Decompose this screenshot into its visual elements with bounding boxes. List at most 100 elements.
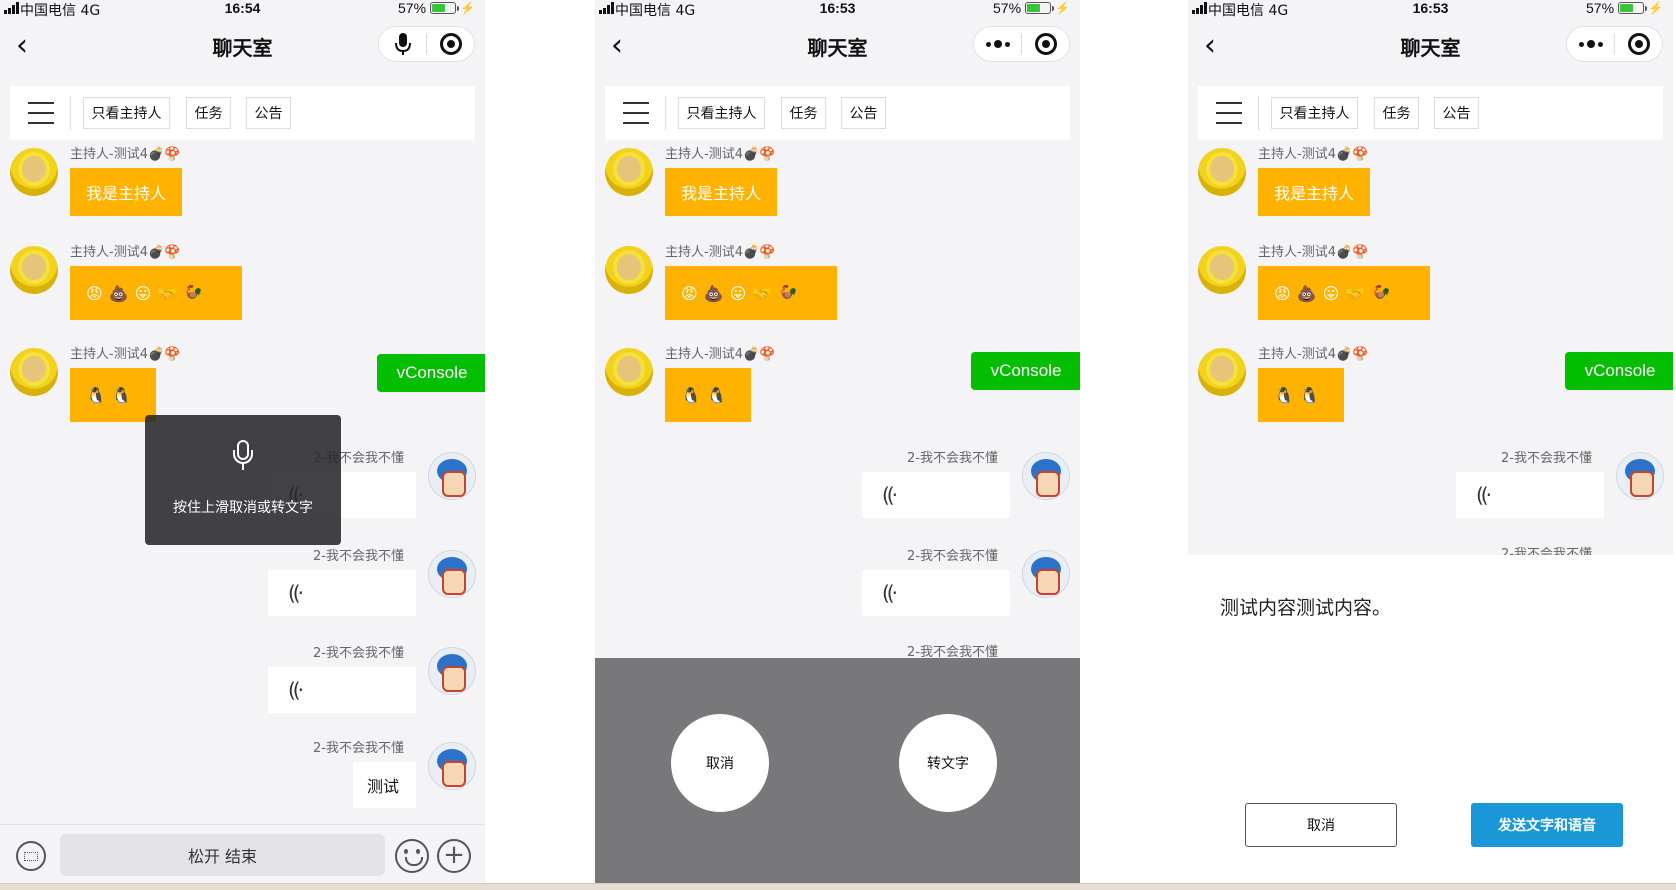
sender-name: 主持人-测试4💣🍄 <box>70 147 181 162</box>
avatar[interactable] <box>10 246 58 294</box>
avatar[interactable] <box>428 550 476 598</box>
message-bubble[interactable]: 🐧🐧 <box>70 368 156 422</box>
message-bubble[interactable]: 😡💩😛🤝🐓 <box>1258 266 1430 320</box>
avatar[interactable] <box>10 348 58 396</box>
emoji-icon[interactable] <box>395 839 429 873</box>
filter-bar: 只看主持人 任务 公告 <box>605 86 1070 140</box>
message-bubble[interactable]: 我是主持人 <box>70 168 182 216</box>
sender-name: 2-我不会我不懂 <box>907 451 998 466</box>
tab-tasks[interactable]: 任务 <box>781 97 826 129</box>
close-target-icon[interactable] <box>1022 27 1069 61</box>
battery-icon <box>1025 2 1055 14</box>
charging-icon: ⚡ <box>460 1 475 15</box>
sender-name: 2-我不会我不懂 <box>907 549 998 564</box>
screen-recording: 中国电信 4G 16:54 57% ⚡ ‹ 聊天室 只看主持人 任务 公告 主持人… <box>0 0 485 883</box>
voice-message[interactable]: ((· <box>268 570 416 616</box>
filter-bar: 只看主持人 任务 公告 <box>10 86 475 140</box>
nav-bar: ‹ 聊天室 <box>0 22 485 68</box>
menu-icon[interactable] <box>28 102 54 124</box>
tab-tasks[interactable]: 任务 <box>1374 97 1419 129</box>
recording-tip: 按住上滑取消或转文字 <box>145 415 341 545</box>
avatar[interactable] <box>428 647 476 695</box>
nav-bar: ‹ 聊天室 <box>1188 22 1673 68</box>
avatar[interactable] <box>1198 148 1246 196</box>
avatar[interactable] <box>10 148 58 196</box>
status-bar: 中国电信 4G 16:53 57% ⚡ <box>1188 0 1673 20</box>
keyboard-icon[interactable] <box>16 841 46 871</box>
cancel-button[interactable]: 取消 <box>1245 803 1397 847</box>
charging-icon: ⚡ <box>1055 1 1070 15</box>
capsule-menu <box>1566 26 1663 62</box>
voice-message[interactable]: ((· <box>268 667 416 713</box>
tab-notice[interactable]: 公告 <box>1434 97 1479 129</box>
message-bubble[interactable]: 我是主持人 <box>1258 168 1370 216</box>
battery: 57% ⚡ <box>1586 0 1663 16</box>
sender-name: 主持人-测试4💣🍄 <box>1258 147 1369 162</box>
close-target-icon[interactable] <box>1615 27 1662 61</box>
tab-tasks[interactable]: 任务 <box>186 97 231 129</box>
status-bar: 中国电信 4G 16:54 57% ⚡ <box>0 0 485 20</box>
voice-message[interactable]: ((· <box>862 570 1010 616</box>
hold-to-talk-button[interactable]: 松开 结束 <box>60 834 385 876</box>
menu-icon[interactable] <box>1216 102 1242 124</box>
voice-action-panel: 取消 转文字 <box>595 658 1080 883</box>
message-bubble[interactable]: 😡💩😛🤝🐓 <box>70 266 242 320</box>
voice-wave-icon: ((· <box>1476 483 1492 507</box>
message-bubble[interactable]: 😡💩😛🤝🐓 <box>665 266 837 320</box>
capsule-menu <box>378 26 475 62</box>
charging-icon: ⚡ <box>1648 1 1663 15</box>
input-bar: 松开 结束 + <box>0 824 485 883</box>
battery-percent: 57% <box>398 0 427 16</box>
close-target-icon[interactable] <box>427 27 474 61</box>
sender-name: 2-我不会我不懂 <box>313 741 404 756</box>
tab-host-only[interactable]: 只看主持人 <box>83 97 170 129</box>
microphone-icon[interactable] <box>379 27 426 61</box>
avatar[interactable] <box>1616 452 1664 500</box>
more-icon[interactable] <box>1567 27 1614 61</box>
message-bubble[interactable]: 🐧🐧 <box>1258 368 1344 422</box>
plus-icon[interactable]: + <box>437 839 471 873</box>
more-icon[interactable] <box>974 27 1021 61</box>
cancel-button[interactable]: 取消 <box>671 714 769 812</box>
tab-notice[interactable]: 公告 <box>841 97 886 129</box>
tab-notice[interactable]: 公告 <box>246 97 291 129</box>
tab-host-only[interactable]: 只看主持人 <box>1271 97 1358 129</box>
battery-percent: 57% <box>993 0 1022 16</box>
sender-name: 2-我不会我不懂 <box>313 549 404 564</box>
avatar[interactable] <box>1022 452 1070 500</box>
microphone-icon <box>232 440 254 470</box>
converted-text[interactable]: 测试内容测试内容。 <box>1220 593 1391 620</box>
voice-message[interactable]: ((· <box>862 472 1010 518</box>
message-bubble[interactable]: 🐧🐧 <box>665 368 751 422</box>
menu-icon[interactable] <box>623 102 649 124</box>
send-text-and-voice-button[interactable]: 发送文字和语音 <box>1471 803 1623 847</box>
avatar[interactable] <box>605 246 653 294</box>
nav-bar: ‹ 聊天室 <box>595 22 1080 68</box>
divider <box>0 883 1676 890</box>
filter-bar: 只看主持人 任务 公告 <box>1198 86 1663 140</box>
avatar[interactable] <box>1022 550 1070 598</box>
voice-wave-icon: ((· <box>288 581 304 605</box>
vconsole-button[interactable]: vConsole <box>971 352 1080 390</box>
vconsole-button[interactable]: vConsole <box>1565 352 1673 390</box>
convert-to-text-button[interactable]: 转文字 <box>899 714 997 812</box>
tab-host-only[interactable]: 只看主持人 <box>678 97 765 129</box>
sender-name: 2-我不会我不懂 <box>313 646 404 661</box>
avatar[interactable] <box>605 348 653 396</box>
voice-message[interactable]: ((· <box>1456 472 1604 518</box>
vconsole-button[interactable]: vConsole <box>377 354 485 392</box>
capsule-menu <box>973 26 1070 62</box>
sender-name: 主持人-测试4💣🍄 <box>665 347 776 362</box>
avatar[interactable] <box>428 742 476 790</box>
avatar[interactable] <box>1198 246 1246 294</box>
avatar[interactable] <box>1198 348 1246 396</box>
message-bubble[interactable]: 我是主持人 <box>665 168 777 216</box>
avatar[interactable] <box>605 148 653 196</box>
text-message[interactable]: 测试 <box>353 762 416 808</box>
converted-text-panel: 测试内容测试内容。 取消 发送文字和语音 <box>1188 555 1673 883</box>
battery: 57% ⚡ <box>398 0 475 16</box>
voice-wave-icon: ((· <box>882 581 898 605</box>
sender-name: 2-我不会我不懂 <box>1501 451 1592 466</box>
sender-name: 主持人-测试4💣🍄 <box>70 245 181 260</box>
avatar[interactable] <box>428 452 476 500</box>
